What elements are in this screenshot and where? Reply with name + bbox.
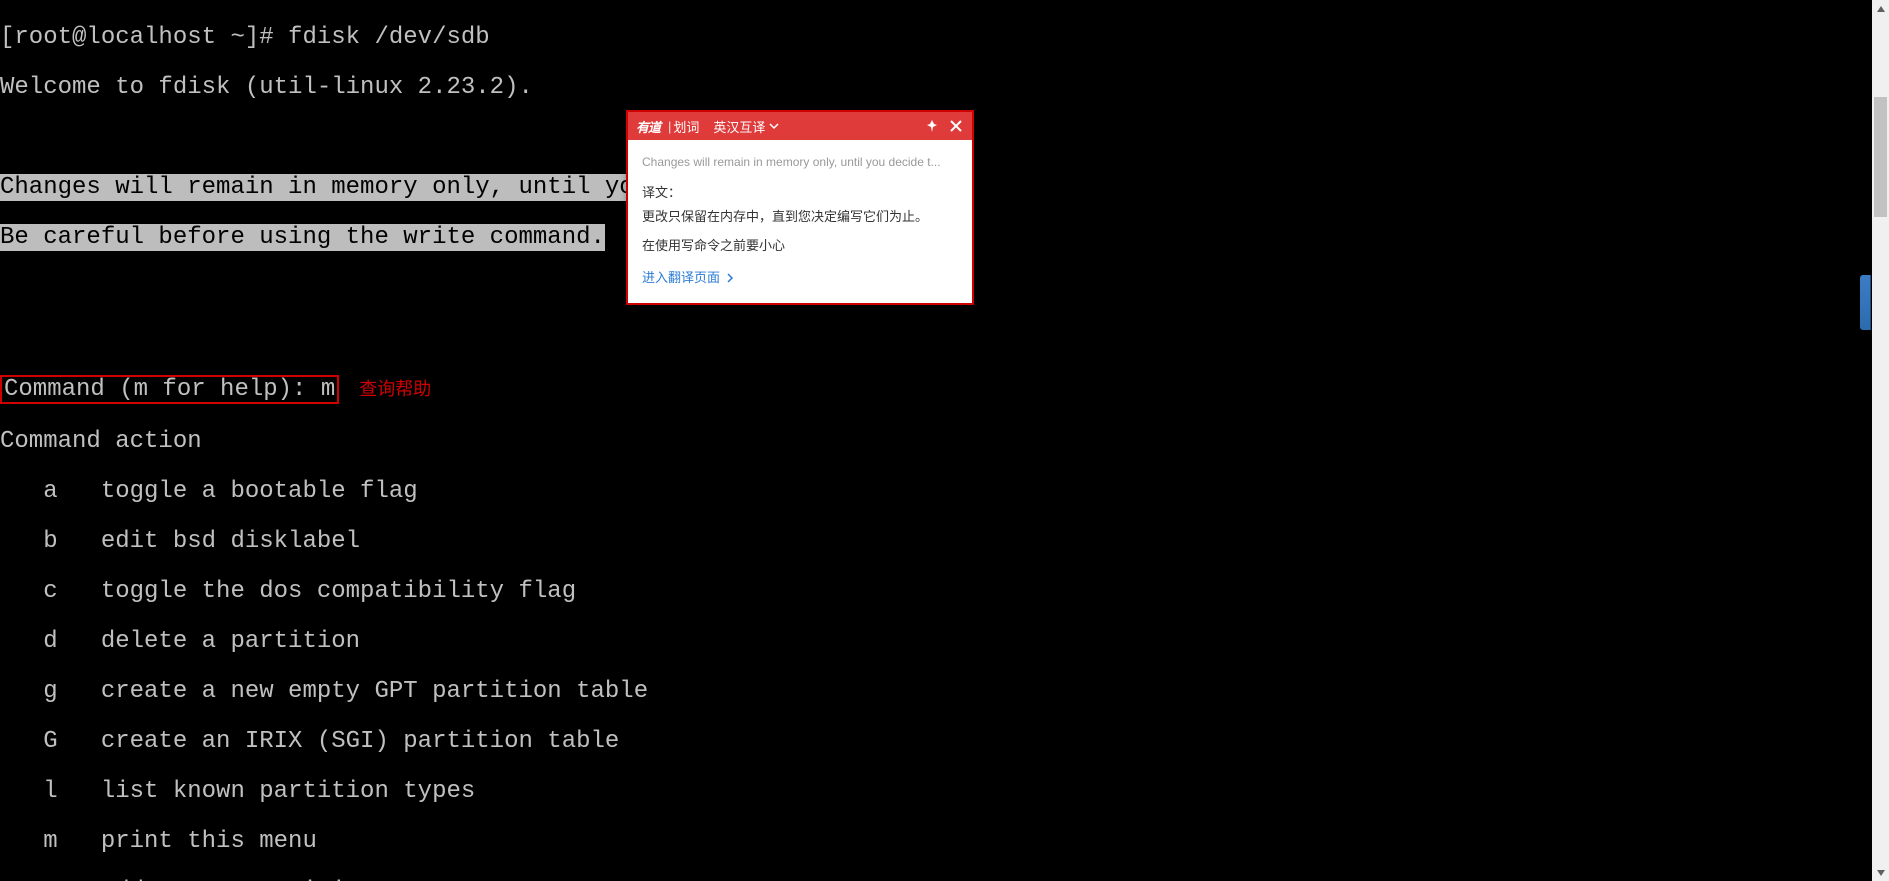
divider: |	[668, 119, 671, 134]
terminal-action-line: m print this menu	[0, 829, 1560, 854]
translation-label: 译文：	[642, 182, 958, 204]
terminal-action-line: c toggle the dos compatibility flag	[0, 579, 1560, 604]
translation-text: 更改只保留在内存中，直到您决定编写它们为止。	[642, 206, 958, 228]
link-label: 进入翻译页面	[642, 267, 720, 289]
popup-header: 有道 | 划词 英汉互译	[628, 112, 972, 140]
popup-body: Changes will remain in memory only, unti…	[628, 140, 972, 303]
scroll-up-button[interactable]	[1872, 0, 1889, 17]
terminal-action-line: b edit bsd disklabel	[0, 529, 1560, 554]
close-icon[interactable]	[948, 118, 964, 134]
brand-sub: 划词	[673, 117, 699, 136]
annotation-label: 查询帮助	[359, 379, 431, 399]
translation-text: 在使用写命令之前要小心	[642, 235, 958, 257]
terminal-action-line: G create an IRIX (SGI) partition table	[0, 729, 1560, 754]
terminal-line: Command action	[0, 429, 1560, 454]
terminal-action-line: l list known partition types	[0, 779, 1560, 804]
translation-mode-label: 英汉互译	[713, 117, 765, 136]
selected-text[interactable]: Be careful before using the write comman…	[0, 224, 605, 251]
pin-icon[interactable]	[924, 118, 940, 134]
vertical-scrollbar[interactable]	[1872, 0, 1889, 881]
translation-mode-dropdown[interactable]: 英汉互译	[713, 117, 779, 136]
terminal-action-line: a toggle a bootable flag	[0, 479, 1560, 504]
sidebar-handle[interactable]	[1860, 275, 1871, 330]
source-text: Changes will remain in memory only, unti…	[642, 152, 958, 172]
scroll-thumb[interactable]	[1874, 97, 1887, 217]
youdao-logo: 有道	[636, 117, 660, 136]
chevron-down-icon	[769, 121, 779, 131]
translation-popup: 有道 | 划词 英汉互译 Changes will remain in memo…	[626, 110, 974, 305]
terminal-action-line: d delete a partition	[0, 629, 1560, 654]
scroll-track[interactable]	[1872, 17, 1889, 864]
terminal-line: [root@localhost ~]# fdisk /dev/sdb	[0, 25, 1560, 50]
scroll-down-button[interactable]	[1872, 864, 1889, 881]
terminal-line	[0, 325, 1560, 350]
open-translation-page-link[interactable]: 进入翻译页面	[642, 267, 958, 289]
terminal-action-line: g create a new empty GPT partition table	[0, 679, 1560, 704]
terminal-command-line: Command (m for help): m 查询帮助	[0, 375, 1560, 404]
chevron-right-icon	[726, 273, 734, 283]
terminal-line: Welcome to fdisk (util-linux 2.23.2).	[0, 75, 1560, 100]
command-highlight-box: Command (m for help): m	[0, 375, 339, 404]
